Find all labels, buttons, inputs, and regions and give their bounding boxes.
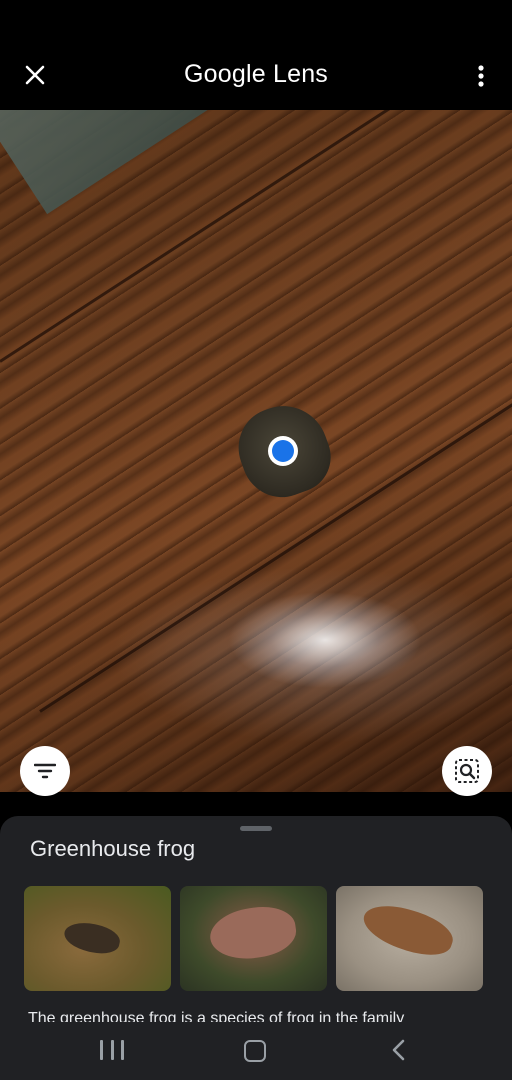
result-thumbnails	[24, 886, 483, 991]
frog-image	[358, 896, 458, 964]
frog-image	[206, 902, 300, 964]
frog-thumbnail-1[interactable]	[24, 886, 171, 991]
search-region-icon	[455, 759, 479, 783]
search-region-button[interactable]	[442, 746, 492, 796]
result-description[interactable]: The greenhouse frog is a species of frog…	[28, 1008, 488, 1022]
object-selection-dot[interactable]	[268, 436, 298, 466]
recents-icon	[121, 1040, 124, 1060]
recents-button[interactable]	[100, 1040, 124, 1062]
frog-image	[61, 918, 123, 958]
captured-photo[interactable]	[0, 110, 512, 792]
product-name: Lens	[272, 60, 328, 88]
app-title: Google Lens	[0, 60, 512, 89]
system-navigation-bar	[0, 1022, 512, 1080]
result-title[interactable]: Greenhouse frog	[30, 836, 195, 862]
recents-icon	[100, 1040, 103, 1060]
selection-dot-inner	[272, 440, 294, 462]
brand-name: Google	[184, 60, 266, 88]
recents-icon	[110, 1040, 114, 1060]
more-options-button[interactable]	[470, 58, 492, 94]
back-button[interactable]	[388, 1038, 410, 1062]
back-icon	[392, 1039, 405, 1061]
top-bar: Google Lens	[0, 0, 512, 110]
filter-icon	[34, 763, 56, 779]
frog-thumbnail-2[interactable]	[180, 886, 327, 991]
sheet-drag-handle[interactable]	[240, 826, 272, 831]
frog-thumbnail-3[interactable]	[336, 886, 483, 991]
filter-button[interactable]	[20, 746, 70, 796]
home-button[interactable]	[244, 1040, 266, 1062]
more-vert-icon	[478, 65, 484, 87]
